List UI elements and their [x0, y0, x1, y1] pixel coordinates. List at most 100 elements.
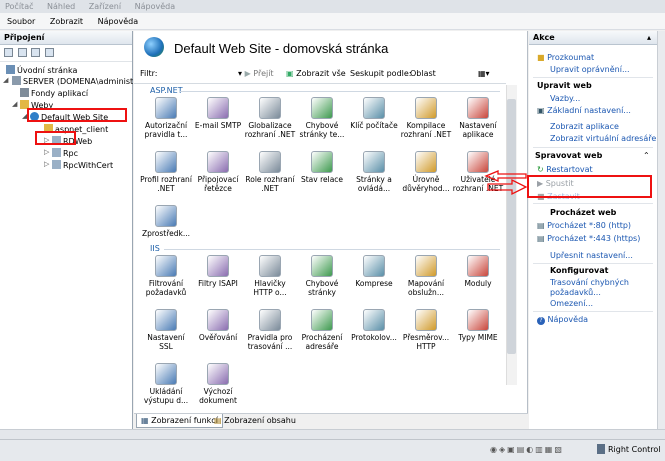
go-button[interactable]: ▾ ▶ Přejít [238, 66, 274, 82]
aspnet-feature[interactable]: Nastavení aplikace [452, 97, 504, 139]
filter-input[interactable] [164, 68, 234, 80]
menu-file[interactable]: Soubor [7, 17, 35, 26]
aspnet-feature[interactable]: Profil rozhraní .NET [140, 151, 192, 193]
aspnet-feature-icon [259, 97, 281, 119]
tree-rpc[interactable]: Rpc [52, 148, 78, 159]
connect-icon[interactable] [4, 48, 13, 57]
iis-feature[interactable]: Moduly [452, 255, 504, 288]
collapse-icon[interactable]: ⌃ [643, 151, 650, 160]
collapse-icon[interactable]: ◢ [12, 100, 17, 108]
menu-help[interactable]: Nápověda [98, 17, 139, 26]
explore-link[interactable]: ■ Prozkoumat [537, 53, 594, 62]
aspnet-feature-icon [363, 97, 385, 119]
iis-feature[interactable]: Mapování obslužn... [400, 255, 452, 297]
tree-rpcwithcert[interactable]: RpcWithCert [52, 160, 113, 171]
iis-feature[interactable]: Ověřování [192, 309, 244, 342]
bindings-link[interactable]: Vazby... [550, 94, 580, 103]
horizontal-scrollbar[interactable] [0, 429, 665, 439]
iis-feature[interactable]: Procházení adresáře [296, 309, 348, 351]
aspnet-feature-icon [467, 97, 489, 119]
iis-feature-icon [415, 309, 437, 331]
vm-menu-devices[interactable]: Zařízení [89, 2, 121, 11]
vm-menu-view[interactable]: Náhled [47, 2, 75, 11]
iis-feature-label: Protokolov... [351, 333, 397, 342]
iis-feature-label: Ukládání výstupu d... [143, 387, 189, 405]
iis-feature[interactable]: Chybové stránky [296, 255, 348, 297]
collapse-icon[interactable]: ◢ [3, 76, 8, 84]
aspnet-feature[interactable]: Stav relace [296, 151, 348, 184]
expand-icon[interactable]: ▷ [44, 160, 49, 168]
app-pool-icon [20, 88, 29, 97]
iis-feature[interactable]: Protokolov... [348, 309, 400, 342]
host-key-icon [597, 444, 605, 454]
aspnet-feature[interactable]: Úrovně důvěryhod... [400, 151, 452, 193]
group-by-select[interactable]: Oblast [410, 66, 470, 82]
annotation-arrow [484, 170, 528, 196]
help-link[interactable]: ? Nápověda [537, 315, 588, 325]
iis-feature[interactable]: Ukládání výstupu d... [140, 363, 192, 405]
iis-feature-label: Moduly [464, 279, 492, 288]
expand-icon[interactable]: ▷ [44, 148, 49, 156]
aspnet-feature-label: Kompilace rozhraní .NET [400, 121, 452, 139]
iis-feature[interactable]: Komprese [348, 255, 400, 288]
view-toggle-icon[interactable]: ▦▾ [478, 66, 490, 82]
aspnet-feature[interactable]: Stránky a ovládá... [348, 151, 400, 193]
iis-feature[interactable]: Pravidla pro trasování ... [244, 309, 296, 351]
advanced-settings-link[interactable]: Upřesnit nastavení... [550, 251, 633, 260]
vm-menu-computer[interactable]: Počítač [5, 2, 34, 11]
aspnet-feature[interactable]: Role rozhraní .NET [244, 151, 296, 193]
connections-panel: Připojení Úvodní stránka ◢ SERVER (DOMEN… [0, 31, 133, 429]
iis-feature-icon [467, 255, 489, 277]
aspnet-feature-label: Role rozhraní .NET [245, 175, 295, 193]
iis-feature[interactable]: Filtrování požadavků [140, 255, 192, 297]
iis-feature-label: Procházení adresáře [301, 333, 343, 351]
iis-feature[interactable]: Výchozí dokument [192, 363, 244, 405]
up-icon[interactable] [31, 48, 41, 57]
menu-view[interactable]: Zobrazit [50, 17, 83, 26]
tree-app-pools[interactable]: Fondy aplikací [20, 88, 88, 99]
aspnet-feature[interactable]: Autorizační pravidla t... [140, 97, 192, 139]
iis-feature-icon [155, 363, 177, 385]
basic-settings-link[interactable]: ▣ Základní nastavení... [537, 106, 631, 115]
iis-feature[interactable]: Přesměrov... HTTP [400, 309, 452, 351]
iis-feature[interactable]: Nastavení SSL [140, 309, 192, 351]
annotation-box-site [27, 108, 127, 122]
aspnet-feature[interactable]: Globalizace rozhraní .NET [244, 97, 296, 139]
aspnet-feature-label: Stránky a ovládá... [356, 175, 392, 193]
iis-feature[interactable]: Filtry ISAPI [192, 255, 244, 288]
tab-content-view[interactable]: ▤ Zobrazení obsahu [210, 414, 300, 428]
show-all-button[interactable]: ▣ Zobrazit vše [286, 66, 346, 82]
restart-link[interactable]: ↻ Restartovat [537, 165, 593, 174]
connect-server-icon[interactable] [44, 48, 54, 57]
aspnet-feature-label: Klíč počítače [350, 121, 398, 130]
iis-feature-icon [363, 255, 385, 277]
help-icon: ? [537, 317, 545, 325]
view-vdirs-link[interactable]: Zobrazit virtuální adresáře [550, 134, 656, 143]
actions-scrollbar[interactable] [657, 31, 665, 429]
limits-link[interactable]: Omezení... [550, 299, 593, 308]
aspnet-feature-label: Nastavení aplikace [459, 121, 497, 139]
aspnet-feature-label: Globalizace rozhraní .NET [244, 121, 296, 139]
iis-feature[interactable]: Hlavičky HTTP o... [244, 255, 296, 297]
iis-feature-icon [311, 309, 333, 331]
aspnet-feature[interactable]: Chybové stránky te... [296, 97, 348, 139]
failed-request-tracing-link[interactable]: Trasování chybných požadavků... [550, 278, 646, 298]
collapse-icon[interactable]: ▴ [647, 31, 651, 45]
aspnet-feature[interactable]: Klíč počítače [348, 97, 400, 130]
tree-server[interactable]: SERVER (DOMENA\administ [12, 76, 133, 87]
page-title: Default Web Site - domovská stránka [174, 41, 389, 56]
app-menu-bar: Soubor Zobrazit Nápověda [0, 13, 665, 30]
browse-80-link[interactable]: ▤ Procházet *:80 (http) [537, 221, 631, 230]
browse-443-link[interactable]: ▤ Procházet *:443 (https) [537, 234, 640, 243]
scroll-thumb[interactable] [507, 99, 516, 354]
vm-menu-help[interactable]: Nápověda [135, 2, 176, 11]
aspnet-feature[interactable]: Zprostředk... [140, 205, 192, 238]
view-applications-link[interactable]: Zobrazit aplikace [550, 122, 619, 131]
save-icon[interactable] [17, 48, 27, 57]
aspnet-feature[interactable]: Kompilace rozhraní .NET [400, 97, 452, 139]
iis-feature[interactable]: Typy MIME [452, 309, 504, 342]
tree-start-page[interactable]: Úvodní stránka [6, 65, 77, 76]
edit-permissions-link[interactable]: Upravit oprávnění... [550, 65, 630, 74]
aspnet-feature[interactable]: E-mail SMTP [192, 97, 244, 130]
aspnet-feature[interactable]: Připojovací řetězce [192, 151, 244, 193]
